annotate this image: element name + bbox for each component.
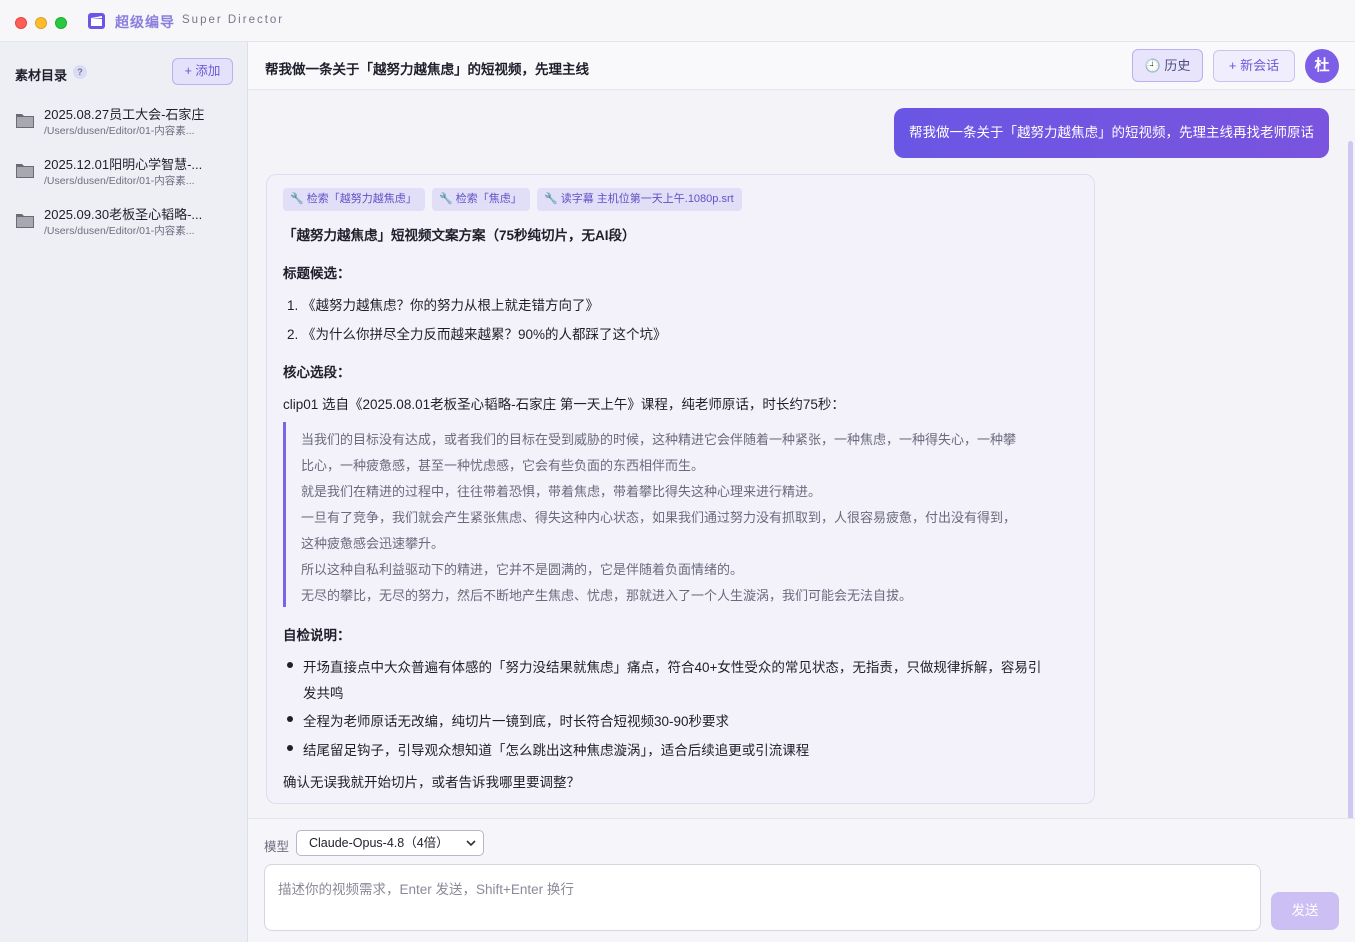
core-heading: 核心选段： (283, 365, 351, 380)
title-candidate: 2. 《为什么你拼尽全力反而越来越累？90%的人都踩了这个坑》 (287, 327, 667, 342)
material-path: /Users/dusen/Editor/01-内容素... (44, 225, 195, 237)
composer: 模型 Claude-Opus-4.8（4倍） 描述你的视频需求，Enter 发送… (248, 818, 1355, 942)
material-name: 2025.09.30老板圣心韬略-... (44, 207, 203, 222)
avatar[interactable]: 杜 (1305, 49, 1339, 83)
folder-icon (16, 214, 34, 228)
sidebar-item-material[interactable]: 2025.09.30老板圣心韬略-... /Users/dusen/Editor… (0, 198, 247, 248)
new-chat-button[interactable]: + 新会话 (1213, 50, 1295, 82)
check-item: 开场直接点中大众普遍有体感的「努力没结果就焦虑」痛点，符合40+女性受众的常见状… (303, 660, 1042, 675)
quote-line: 当我们的目标没有达成，或者我们的目标在受到威胁的时候，这种精进它会伴随着一种紧张… (301, 432, 1017, 447)
quote-line: 无尽的攀比，无尽的努力，然后不断地产生焦虑、忧虑，那就进入了一个人生漩涡，我们可… (301, 588, 913, 603)
help-icon[interactable]: ? (73, 65, 87, 79)
material-path: /Users/dusen/Editor/01-内容素... (44, 175, 195, 187)
chevron-down-icon (466, 832, 476, 864)
tool-call-label: 检索「越努力越焦虑」 (306, 193, 417, 205)
quote-line: 比心，一种疲惫感，甚至一种忧虑感，它会有些负面的东西相伴而生。 (301, 458, 705, 473)
history-button[interactable]: 🕘 历史 (1132, 49, 1203, 82)
clapperboard-icon (88, 13, 105, 29)
chat-scrollbar[interactable] (1348, 141, 1353, 818)
bullet-dot (287, 662, 293, 668)
model-select-value: Claude-Opus-4.8（4倍） (309, 836, 449, 850)
close-window-button[interactable] (15, 17, 27, 29)
tool-call-label: 读字幕 主机位第一天上午.1080p.srt (560, 193, 734, 205)
model-label: 模型 (264, 840, 290, 854)
clip-intro: clip01 选自《2025.08.01老板圣心韬略-石家庄 第一天上午》课程，… (283, 397, 845, 412)
window-titlebar: 超级编导 Super Director (0, 0, 1355, 42)
quote-line: 一旦有了竞争，我们就会产生紧张焦虑、得失这种内心状态，如果我们通过努力没有抓取到… (301, 510, 1017, 525)
assistant-message-card: 🔧 检索「越努力越焦虑」 🔧 检索「焦虑」 🔧 读字幕 主机位第一天上午.1080p.… (266, 174, 1095, 804)
model-select[interactable]: Claude-Opus-4.8（4倍） (296, 830, 484, 856)
maximize-window-button[interactable] (55, 17, 67, 29)
closing-text: 确认无误我就开始切片，或者告诉我哪里要调整？ (283, 775, 580, 790)
quote-line: 所以这种自私利益驱动下的精进，它并不是圆满的，它是伴随着负面情绪的。 (301, 562, 744, 577)
quote-line: 就是我们在精进的过程中，往往带着恐惧，带着焦虑，带着攀比得失这种心理来进行精进。 (301, 484, 822, 499)
add-material-button[interactable]: + 添加 (172, 58, 233, 85)
check-heading: 自检说明： (283, 628, 351, 643)
bullet-dot (287, 716, 293, 722)
check-item: 结尾留足钩子，引导观众想知道「怎么跳出这种焦虑漩涡」，适合后续追更或引流课程 (303, 743, 810, 758)
tool-call-chip[interactable]: 🔧 检索「焦虑」 (432, 188, 530, 211)
wrench-icon: 🔧 (290, 193, 304, 205)
material-path: /Users/dusen/Editor/01-内容素... (44, 125, 195, 137)
folder-icon (16, 164, 34, 178)
material-name: 2025.12.01阳明心学智慧-... (44, 157, 203, 172)
sidebar: 素材目录 ? + 添加 2025.08.27员工大会-石家庄 /Users/du… (0, 42, 248, 942)
sidebar-title: 素材目录 (15, 68, 68, 83)
quote-line: 这种疲惫感会迅速攀升。 (301, 536, 445, 551)
check-item: 全程为老师原话无改编，纯切片一镜到底，时长符合短视频30-90秒要求 (303, 714, 730, 729)
quote-block: 当我们的目标没有达成，或者我们的目标在受到威胁的时候，这种精进它会伴随着一种紧张… (283, 422, 1073, 607)
check-item: 发共鸣 (303, 686, 344, 701)
titles-heading: 标题候选： (283, 266, 351, 281)
message-input[interactable]: 描述你的视频需求，Enter 发送，Shift+Enter 换行 (264, 864, 1261, 931)
tool-call-chip[interactable]: 🔧 读字幕 主机位第一天上午.1080p.srt (537, 188, 742, 211)
main-panel: 帮我做一条关于「越努力越焦虑」的短视频，先理主线 🕘 历史 + 新会话 杜 帮我… (248, 42, 1355, 942)
chat-area[interactable]: 帮我做一条关于「越努力越焦虑」的短视频，先理主线再找老师原话 🔧 检索「越努力越焦… (248, 91, 1355, 818)
sidebar-item-material[interactable]: 2025.08.27员工大会-石家庄 /Users/dusen/Editor/0… (0, 98, 247, 148)
wrench-icon: 🔧 (439, 193, 453, 205)
bullet-dot (287, 745, 293, 751)
plan-title: 「越努力越焦虑」短视频文案方案（75秒纯切片，无AI段） (283, 228, 636, 243)
material-name: 2025.08.27员工大会-石家庄 (44, 107, 205, 122)
conversation-header: 帮我做一条关于「越努力越焦虑」的短视频，先理主线 🕘 历史 + 新会话 杜 (248, 42, 1355, 90)
tool-call-label: 检索「焦虑」 (455, 193, 522, 205)
app-title: 超级编导 (115, 14, 175, 30)
conversation-title: 帮我做一条关于「越努力越焦虑」的短视频，先理主线 (265, 62, 589, 77)
app-subtitle: Super Director (182, 14, 285, 26)
folder-icon (16, 114, 34, 128)
user-message-bubble: 帮我做一条关于「越努力越焦虑」的短视频，先理主线再找老师原话 (894, 108, 1329, 158)
sidebar-item-material[interactable]: 2025.12.01阳明心学智慧-... /Users/dusen/Editor… (0, 148, 247, 198)
wrench-icon: 🔧 (544, 193, 558, 205)
tool-call-chip[interactable]: 🔧 检索「越努力越焦虑」 (283, 188, 425, 211)
send-button[interactable]: 发送 (1271, 892, 1339, 930)
minimize-window-button[interactable] (35, 17, 47, 29)
title-candidate: 1. 《越努力越焦虑？你的努力从根上就走错方向了》 (287, 298, 600, 313)
